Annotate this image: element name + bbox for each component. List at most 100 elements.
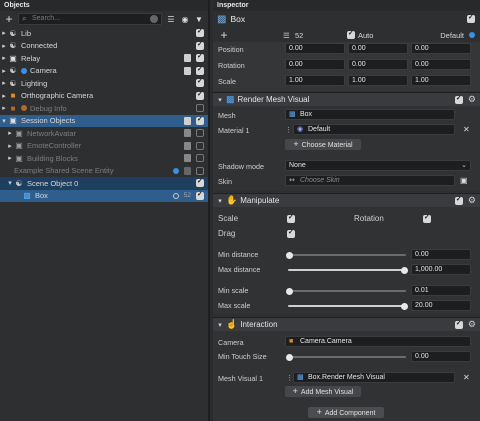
- layers-icon[interactable]: ☰: [283, 31, 290, 40]
- add-component-button[interactable]: + Add Component: [308, 407, 384, 418]
- tree-row-scene-object-0[interactable]: ▾ ☯ Scene Object 0: [0, 177, 208, 190]
- skin-field[interactable]: ↭ Choose Skin: [285, 175, 455, 186]
- drag-checkbox[interactable]: [287, 228, 295, 238]
- rotation-checkbox[interactable]: [423, 213, 431, 223]
- layer-number[interactable]: 52: [295, 31, 303, 40]
- slider-knob[interactable]: [286, 251, 293, 259]
- expand-arrow-icon[interactable]: ▸: [6, 154, 14, 162]
- tree-row-emote-controller[interactable]: ▸ ▣ EmoteController: [0, 140, 208, 153]
- scale-z-field[interactable]: 1.00: [411, 75, 471, 86]
- eye-icon[interactable]: ◉: [180, 15, 190, 24]
- expand-arrow-icon[interactable]: ▸: [0, 54, 8, 62]
- tree-row-lib[interactable]: ▸ ☯ Lib: [0, 27, 208, 40]
- expand-arrow-icon[interactable]: ▸: [0, 92, 8, 100]
- slider-knob[interactable]: [401, 302, 408, 310]
- manipulate-header[interactable]: ▾ ✋ Manipulate ⚙: [213, 193, 480, 207]
- enabled-checkbox[interactable]: [196, 141, 204, 150]
- tree-row-orthographic-camera[interactable]: ▸ ■ Orthographic Camera: [0, 90, 208, 103]
- collapse-arrow-icon[interactable]: ▾: [6, 179, 14, 187]
- list-icon[interactable]: ☰: [166, 15, 176, 24]
- enabled-checkbox[interactable]: [196, 40, 204, 50]
- auto-checkbox[interactable]: [347, 29, 355, 39]
- folder-icon[interactable]: ▣: [460, 176, 468, 185]
- mesh-visual-field[interactable]: ▩ Box.Render Mesh Visual: [293, 372, 455, 383]
- rotation-y-field[interactable]: 0.00: [348, 59, 408, 70]
- enabled-checkbox[interactable]: [196, 90, 204, 100]
- collapse-arrow-icon[interactable]: ▾: [216, 321, 224, 329]
- min-touch-size-slider[interactable]: [286, 353, 406, 361]
- min-touch-size-field[interactable]: 0.00: [411, 351, 471, 362]
- enabled-checkbox[interactable]: [196, 129, 204, 138]
- filter-icon[interactable]: ▼: [194, 15, 204, 24]
- max-distance-field[interactable]: 1,000.00: [411, 264, 471, 275]
- tree-row-network-avatar[interactable]: ▸ ▣ NetworkAvatar: [0, 127, 208, 140]
- scale-y-field[interactable]: 1.00: [348, 75, 408, 86]
- max-scale-field[interactable]: 20.00: [411, 300, 471, 311]
- collapse-arrow-icon[interactable]: ▾: [216, 96, 224, 104]
- min-scale-field[interactable]: 0.01: [411, 285, 471, 296]
- choose-material-button[interactable]: + Choose Material: [285, 139, 361, 150]
- camera-field[interactable]: ■ Camera.Camera: [285, 336, 471, 347]
- shadow-mode-select[interactable]: None ⌄: [285, 160, 471, 171]
- remove-material-icon[interactable]: ✕: [463, 125, 470, 134]
- gear-icon[interactable]: ⚙: [468, 319, 476, 330]
- max-scale-slider[interactable]: [288, 302, 408, 310]
- expand-arrow-icon[interactable]: ▸: [0, 42, 8, 50]
- min-distance-field[interactable]: 0.00: [411, 249, 471, 260]
- min-distance-slider[interactable]: [286, 251, 406, 259]
- tree-row-session-objects[interactable]: ▾ ▣ Session Objects: [0, 114, 208, 127]
- scale-checkbox[interactable]: [287, 213, 295, 223]
- scale-x-field[interactable]: 1.00: [285, 75, 345, 86]
- tree-row-relay[interactable]: ▸ ▣ Relay: [0, 52, 208, 65]
- collapse-arrow-icon[interactable]: ▾: [0, 117, 8, 125]
- drag-handle-icon[interactable]: ⋮: [285, 125, 292, 134]
- add-component-icon[interactable]: +: [219, 29, 229, 41]
- expand-arrow-icon[interactable]: ▸: [6, 129, 14, 137]
- enabled-checkbox[interactable]: [196, 104, 204, 113]
- component-enabled-checkbox[interactable]: [454, 94, 463, 104]
- position-y-field[interactable]: 0.00: [348, 43, 408, 54]
- component-enabled-checkbox[interactable]: [454, 319, 463, 329]
- slider-knob[interactable]: [401, 266, 408, 274]
- tree-row-connected[interactable]: ▸ ☯ Connected: [0, 40, 208, 53]
- collapse-arrow-icon[interactable]: ▾: [216, 197, 224, 205]
- enabled-checkbox[interactable]: [196, 177, 204, 188]
- position-z-field[interactable]: 0.00: [411, 43, 471, 54]
- expand-arrow-icon[interactable]: ▸: [0, 29, 8, 37]
- add-mesh-visual-button[interactable]: + Add Mesh Visual: [285, 386, 361, 397]
- enabled-checkbox[interactable]: [196, 190, 204, 200]
- gear-icon[interactable]: ⚙: [468, 94, 476, 105]
- max-distance-slider[interactable]: [288, 266, 408, 274]
- enabled-checkbox[interactable]: [196, 115, 204, 125]
- enabled-checkbox[interactable]: [196, 52, 204, 63]
- expand-arrow-icon[interactable]: ▸: [0, 67, 8, 75]
- interaction-header[interactable]: ▾ ☝ Interaction ⚙: [213, 317, 480, 331]
- rotation-x-field[interactable]: 0.00: [285, 59, 345, 70]
- search-input[interactable]: Search...: [18, 13, 162, 25]
- enabled-checkbox[interactable]: [196, 154, 204, 163]
- material-field[interactable]: ◉ Default: [293, 124, 455, 135]
- position-x-field[interactable]: 0.00: [285, 43, 345, 54]
- object-enabled-checkbox[interactable]: [467, 13, 475, 23]
- tree-row-building-blocks[interactable]: ▸ ▣ Building Blocks: [0, 152, 208, 165]
- tree-row-example-shared-scene-entity[interactable]: Example Shared Scene Entity: [0, 165, 208, 178]
- object-name[interactable]: Box: [230, 14, 245, 24]
- mesh-field[interactable]: ▩ Box: [285, 109, 455, 120]
- tree-row-camera[interactable]: ▸ ☯ Camera: [0, 65, 208, 78]
- enabled-checkbox[interactable]: [196, 65, 204, 75]
- slider-knob[interactable]: [286, 287, 293, 295]
- min-scale-slider[interactable]: [286, 287, 406, 295]
- rotation-z-field[interactable]: 0.00: [411, 59, 471, 70]
- tree-row-box[interactable]: ▩ Box 52: [0, 189, 208, 202]
- tree-row-debug-info[interactable]: ▸ ■ Debug Info: [0, 102, 208, 115]
- expand-arrow-icon[interactable]: ▸: [0, 79, 8, 87]
- gear-icon[interactable]: ⚙: [468, 195, 476, 206]
- tree-row-lighting[interactable]: ▸ ☯ Lighting: [0, 77, 208, 90]
- render-mesh-header[interactable]: ▾ ▩ Render Mesh Visual ⚙: [213, 92, 480, 106]
- remove-mesh-visual-icon[interactable]: ✕: [463, 373, 470, 382]
- enabled-checkbox[interactable]: [196, 166, 204, 175]
- enabled-checkbox[interactable]: [196, 77, 204, 88]
- clear-search-icon[interactable]: [150, 15, 158, 23]
- default-label[interactable]: Default: [440, 31, 464, 40]
- slider-knob[interactable]: [286, 353, 293, 361]
